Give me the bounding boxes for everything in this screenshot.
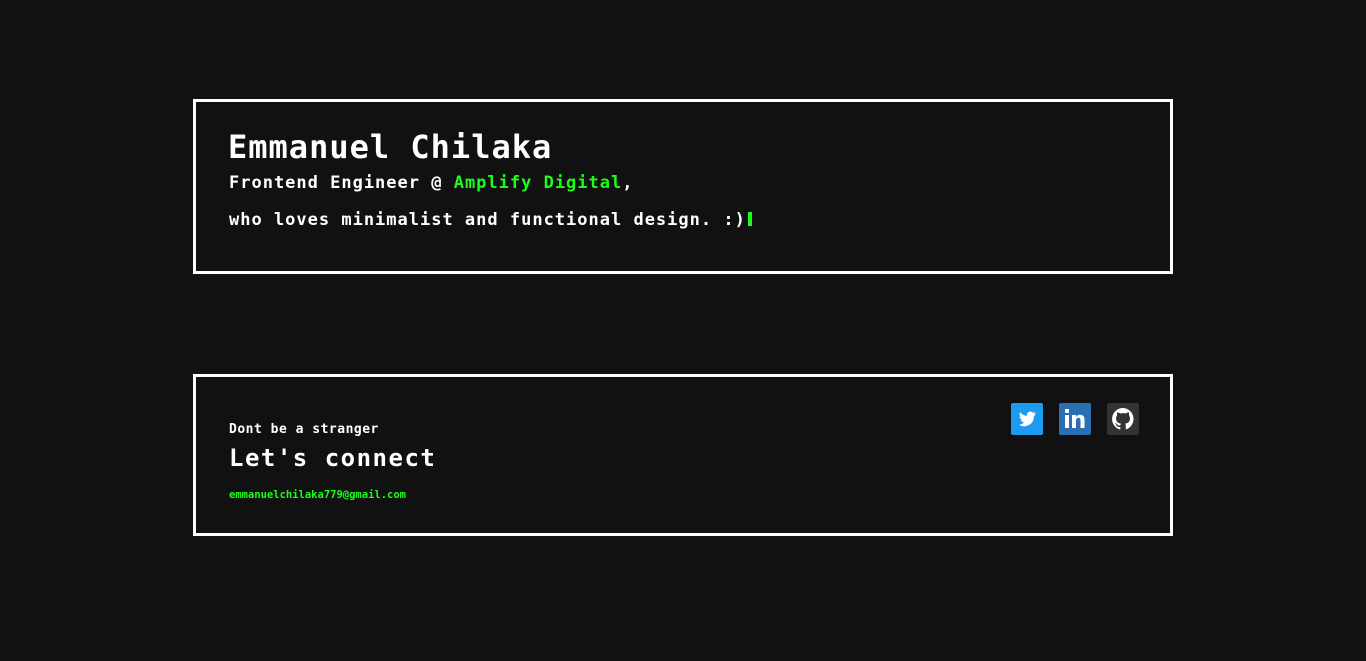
role-text: Frontend Engineer @ bbox=[229, 173, 454, 193]
role-suffix: , bbox=[622, 173, 634, 193]
typing-cursor bbox=[747, 212, 752, 226]
connect-card: Dont be a stranger Let's connect emmanue… bbox=[193, 374, 1173, 536]
twitter-link[interactable] bbox=[1011, 403, 1043, 435]
profile-name: Emmanuel Chilaka bbox=[228, 128, 553, 166]
github-link[interactable] bbox=[1107, 403, 1139, 435]
intro-card: Emmanuel Chilaka Frontend Engineer @ Amp… bbox=[193, 99, 1173, 274]
linkedin-link[interactable] bbox=[1059, 403, 1091, 435]
company-link[interactable]: Amplify Digital bbox=[454, 173, 623, 193]
connect-title: Let's connect bbox=[229, 444, 437, 472]
social-links bbox=[1011, 403, 1139, 435]
linkedin-icon bbox=[1059, 403, 1091, 435]
tagline: who loves minimalist and functional desi… bbox=[229, 209, 752, 231]
email-link[interactable]: emmanuelchilaka779@gmail.com bbox=[229, 488, 406, 502]
tagline-text: who loves minimalist and functional desi… bbox=[229, 210, 746, 230]
role-line: Frontend Engineer @ Amplify Digital, bbox=[229, 172, 633, 194]
connect-eyebrow: Dont be a stranger bbox=[229, 422, 379, 437]
github-icon bbox=[1107, 403, 1139, 435]
twitter-icon bbox=[1011, 403, 1043, 435]
